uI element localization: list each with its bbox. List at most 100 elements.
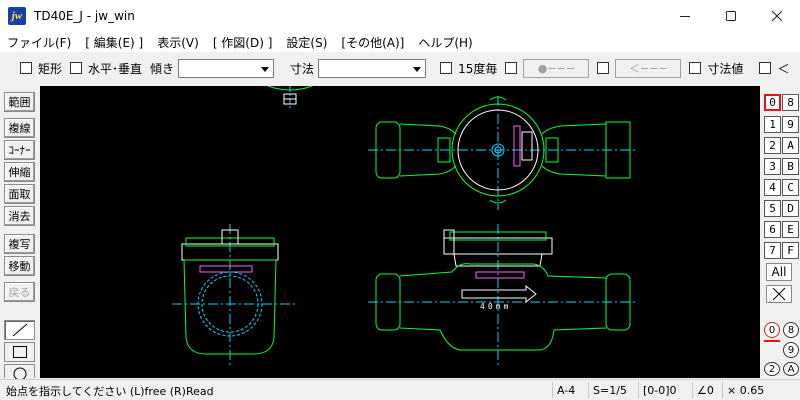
cross-icon: [772, 287, 786, 301]
menu-settings[interactable]: 設定(S): [279, 34, 334, 51]
layer-button-0[interactable]: 0: [764, 94, 781, 111]
lt-label: ＜: [777, 61, 790, 76]
drawing-canvas[interactable]: 40mm: [40, 86, 760, 378]
tool-copy-button[interactable]: 複写: [4, 234, 35, 254]
menu-bar: ファイル(F) [ 編集(E) ] 表示(V) [ 作図(D) ] 設定(S) …: [0, 32, 800, 52]
layer-clear-button[interactable]: [766, 285, 792, 303]
tool-erase-button[interactable]: 消去: [4, 206, 35, 226]
group-button-a[interactable]: A: [783, 362, 799, 376]
menu-file[interactable]: ファイル(F): [0, 34, 78, 51]
layer-button-8[interactable]: 8: [782, 94, 799, 111]
tool-range-button[interactable]: 範囲: [4, 92, 35, 112]
active-group-marker: [764, 340, 780, 342]
size-label: 40mm: [480, 302, 511, 311]
layer-button-a[interactable]: A: [782, 137, 799, 154]
menu-edit[interactable]: [ 編集(E) ]: [78, 34, 150, 51]
tool-corner-button[interactable]: ｺｰﾅｰ: [4, 140, 35, 160]
maximize-button[interactable]: [708, 0, 754, 32]
status-message: 始点を指示してください (L)free (R)Read: [6, 385, 214, 398]
status-zoom[interactable]: × 0.65: [722, 382, 782, 398]
lt-option[interactable]: ＜: [759, 60, 789, 77]
horiz-vert-label: 水平･垂直: [88, 61, 143, 76]
layer-button-b[interactable]: B: [782, 158, 799, 175]
dot-option: ●−−−: [505, 58, 590, 78]
menu-help[interactable]: ヘルプ(H): [411, 34, 479, 51]
dimension-label: 寸法: [290, 61, 315, 76]
line-tool-button[interactable]: [4, 320, 35, 340]
layer-button-f[interactable]: F: [782, 242, 799, 259]
rect-checkbox[interactable]: [20, 62, 32, 74]
tool-stretch-button[interactable]: 伸縮: [4, 162, 35, 182]
layer-button-4[interactable]: 4: [764, 179, 781, 196]
layer-button-6[interactable]: 6: [764, 221, 781, 238]
status-scale[interactable]: S=1/5: [588, 382, 638, 398]
layer-button-c[interactable]: C: [782, 179, 799, 196]
deg15-label: 15度毎: [458, 61, 498, 76]
top-partial-view: [267, 86, 313, 110]
circle-icon: [13, 367, 26, 379]
angle-combo[interactable]: [178, 58, 275, 78]
dimension-combo[interactable]: [318, 58, 427, 78]
rect-tool-button[interactable]: [4, 342, 35, 362]
deg15-option[interactable]: 15度毎: [440, 60, 497, 77]
window-title: TD40E_J - jw_win: [34, 9, 135, 23]
lt-checkbox[interactable]: [759, 62, 772, 74]
dimension-option: 寸法: [290, 58, 427, 78]
left-toolbar: 範囲 複線 ｺｰﾅｰ 伸縮 面取 消去 複写 移動 戻る: [0, 86, 40, 379]
rect-option[interactable]: 矩形: [20, 60, 62, 77]
line-icon: [12, 323, 27, 337]
tool-chamfer-button[interactable]: 面取: [4, 184, 35, 204]
horiz-vert-checkbox[interactable]: [70, 62, 83, 74]
rect-label: 矩形: [38, 61, 63, 76]
minimize-icon: [680, 16, 690, 17]
layer-button-3[interactable]: 3: [764, 158, 781, 175]
status-layer[interactable]: [0-0]0: [638, 382, 690, 398]
menu-view[interactable]: 表示(V): [150, 34, 206, 51]
status-paper[interactable]: A-4: [552, 382, 588, 398]
tool-undo-button[interactable]: 戻る: [4, 282, 35, 302]
circle-tool-button[interactable]: [4, 364, 35, 379]
cad-drawing: 40mm: [172, 86, 638, 368]
group-button-0[interactable]: 0: [764, 322, 780, 338]
tool-move-button[interactable]: 移動: [4, 256, 35, 276]
title-bar[interactable]: jw TD40E_J - jw_win: [0, 0, 800, 32]
deg15-checkbox[interactable]: [440, 62, 453, 74]
close-icon: [771, 10, 783, 22]
dim-value-label: 寸法値: [707, 61, 744, 76]
layer-all-button[interactable]: All: [766, 263, 792, 281]
layer-button-9[interactable]: 9: [782, 116, 799, 133]
layer-button-2[interactable]: 2: [764, 137, 781, 154]
group-button-2[interactable]: 2: [764, 362, 780, 376]
menu-other[interactable]: [その他(A)]: [334, 34, 411, 51]
side-view: [172, 224, 296, 368]
rectangle-icon: [12, 346, 27, 358]
group-button-9[interactable]: 9: [783, 342, 799, 358]
minimize-button[interactable]: [662, 0, 708, 32]
layer-button-1[interactable]: 1: [764, 116, 781, 133]
layer-button-7[interactable]: 7: [764, 242, 781, 259]
layer-button-e[interactable]: E: [782, 221, 799, 238]
dim-value-option[interactable]: 寸法値: [689, 60, 743, 77]
menu-draw[interactable]: [ 作図(D) ]: [206, 34, 280, 51]
dot-checkbox[interactable]: [505, 62, 518, 74]
angle-label: 傾き: [150, 61, 175, 76]
horiz-vert-option[interactable]: 水平･垂直: [70, 60, 142, 77]
layer-button-d[interactable]: D: [782, 200, 799, 217]
tool-offset-button[interactable]: 複線: [4, 118, 35, 138]
status-bar: 始点を指示してください (L)free (R)Read A-4 S=1/5 [0…: [0, 379, 800, 400]
jw-win-window: jw TD40E_J - jw_win ファイル(F) [ 編集(E) ] 表示…: [0, 0, 800, 400]
dot-line-button[interactable]: ●−−−: [523, 58, 590, 78]
arrow-line-button[interactable]: ＜−−−: [615, 58, 682, 78]
tool-options-bar: 矩形 水平･垂直 傾き 寸法 15度毎 ●−−− ＜−−− 寸法値 ＜: [0, 54, 800, 82]
close-button[interactable]: [754, 0, 800, 32]
layer-button-5[interactable]: 5: [764, 200, 781, 217]
angle-option: 傾き: [150, 58, 275, 78]
dim-value-checkbox[interactable]: [689, 62, 702, 74]
app-icon: jw: [8, 7, 26, 25]
group-button-8[interactable]: 8: [783, 322, 799, 338]
top-view: [368, 96, 638, 210]
arrow-checkbox[interactable]: [597, 62, 610, 74]
arrow-option: ＜−−−: [597, 58, 682, 78]
status-angle[interactable]: ∠0: [692, 382, 720, 398]
front-view: 40mm: [368, 224, 638, 368]
